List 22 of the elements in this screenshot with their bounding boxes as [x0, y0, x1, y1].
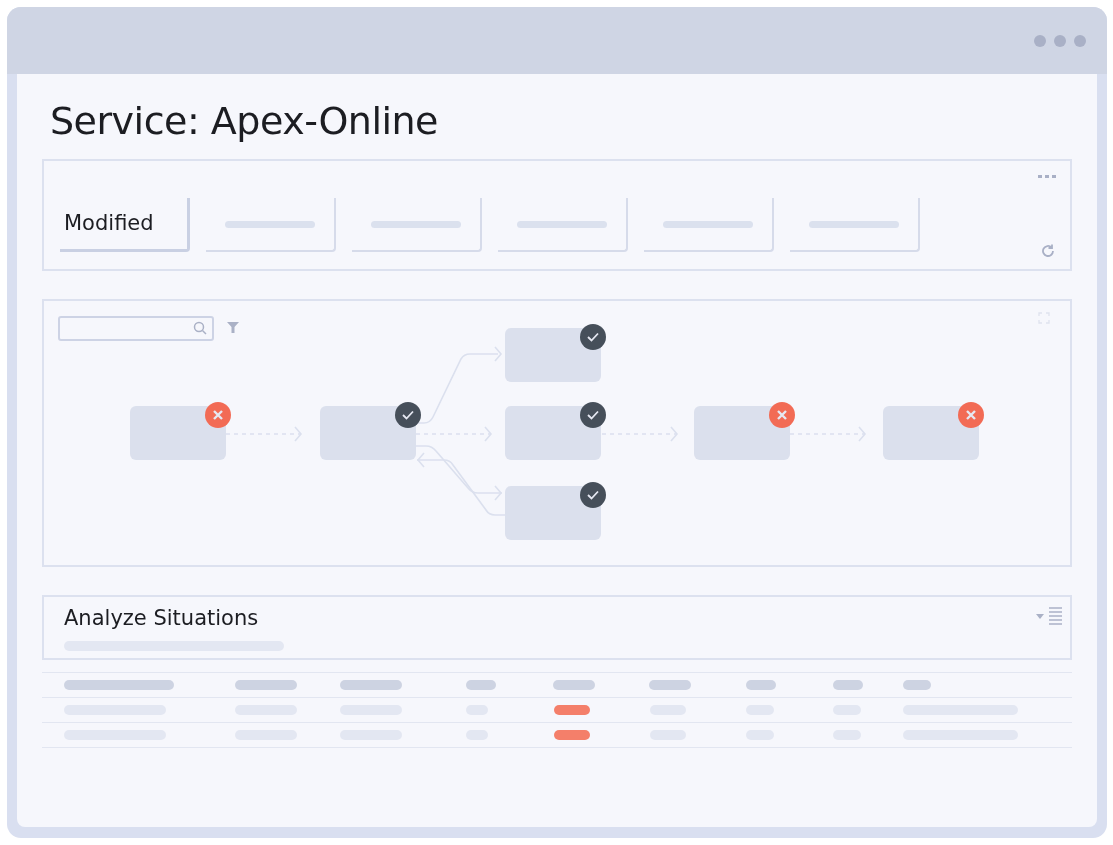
page-title: Service: Apex-Online: [50, 102, 439, 140]
tab[interactable]: [206, 198, 336, 252]
search-field[interactable]: [58, 316, 214, 341]
more-icon[interactable]: [1038, 175, 1056, 179]
text-placeholder: [833, 680, 863, 690]
text-placeholder: [649, 680, 691, 690]
text-placeholder: [466, 680, 496, 690]
tab[interactable]: [790, 198, 920, 252]
tab[interactable]: [352, 198, 482, 252]
tab[interactable]: Modified: [60, 198, 190, 252]
tab[interactable]: [644, 198, 774, 252]
tab[interactable]: [498, 198, 628, 252]
panel-title: Analyze Situations: [64, 605, 260, 632]
filter-icon[interactable]: [227, 322, 239, 334]
text-placeholder: [553, 680, 595, 690]
text-placeholder: [235, 680, 297, 690]
text-placeholder: [340, 680, 402, 690]
refresh-icon[interactable]: [1040, 243, 1056, 259]
search-icon: [193, 321, 208, 336]
text-placeholder: [746, 680, 776, 690]
text-placeholder: [903, 680, 931, 690]
sort-list-icon[interactable]: [1036, 607, 1064, 625]
